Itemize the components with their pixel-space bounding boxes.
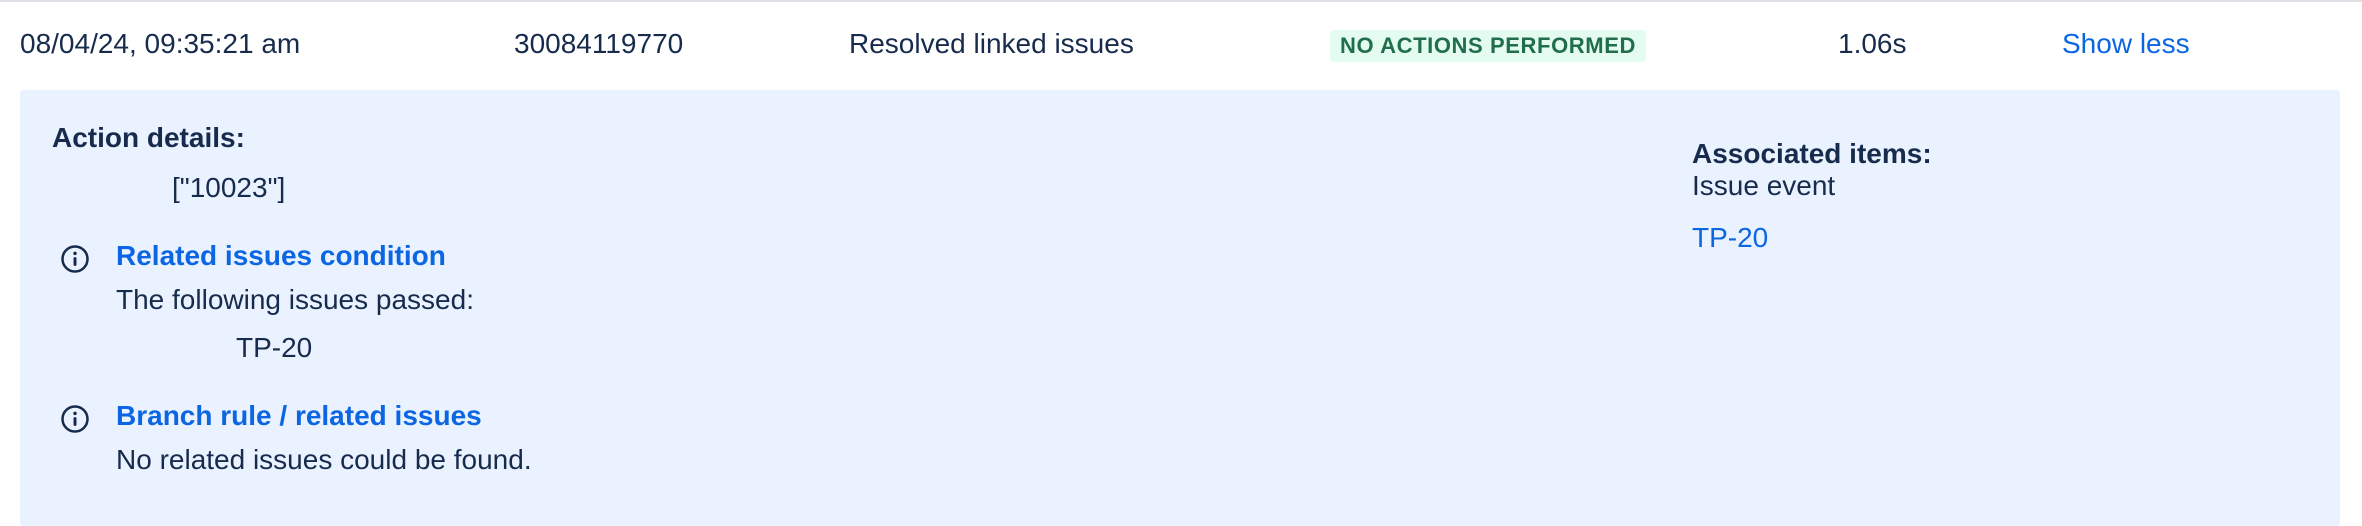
info-icon: [61, 245, 89, 273]
related-issues-condition-link[interactable]: Related issues condition: [116, 240, 446, 272]
details-panel: Action details: ["10023"] Related issues…: [20, 90, 2340, 526]
associated-items-label: Associated items:: [1692, 138, 1932, 169]
show-less-link[interactable]: Show less: [2062, 2, 2190, 86]
row-date: 08/04/24, 09:35:21 am: [20, 28, 301, 59]
related-issues-condition-text: The following issues passed:: [116, 284, 474, 315]
row-id: 30084119770: [514, 28, 684, 59]
associated-event: Issue event: [1692, 170, 1836, 201]
branch-rule-link[interactable]: Branch rule / related issues: [116, 400, 482, 432]
status-badge: NO ACTIONS PERFORMED: [1330, 30, 1646, 62]
associated-issue-link[interactable]: TP-20: [1692, 222, 1768, 254]
status-badge-cell: NO ACTIONS PERFORMED: [1330, 28, 1646, 62]
info-icon: [61, 405, 89, 433]
branch-rule-text: No related issues could be found.: [116, 444, 532, 475]
passed-issue-key: TP-20: [236, 332, 313, 363]
row-rule-name: Resolved linked issues: [849, 28, 1134, 59]
audit-log-row: 08/04/24, 09:35:21 am 30084119770 Resolv…: [0, 2, 2362, 86]
action-details-label: Action details:: [52, 122, 245, 153]
row-duration: 1.06s: [1838, 28, 1907, 59]
action-details-value: ["10023"]: [172, 172, 286, 203]
